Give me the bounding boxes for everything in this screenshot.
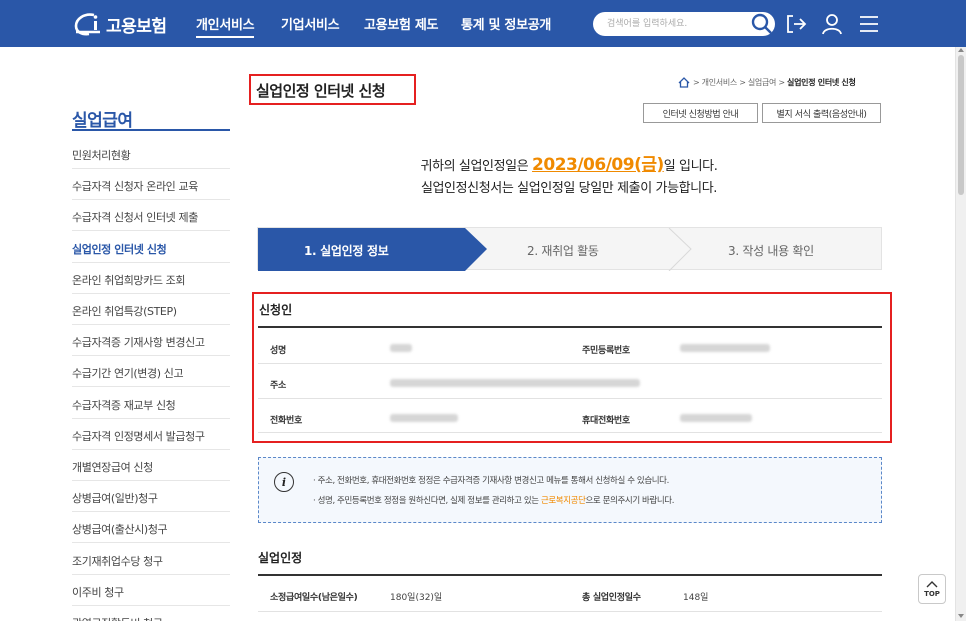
logo-mark-icon	[72, 11, 102, 37]
info-line-2-text: · 성명, 주민등록번호 정정을 원하신다면, 실제 정보를 관리하고 있는	[313, 496, 541, 506]
label-rrn: 주민등록번호	[582, 346, 630, 356]
print-form-button[interactable]: 별지 서식 출력(음성안내)	[762, 103, 881, 123]
step-1: 1. 실업인정 정보	[304, 244, 389, 258]
value-benefit-days: 180일(32)일	[390, 593, 443, 603]
guide-button[interactable]: 인터넷 신청방법 안내	[643, 103, 758, 123]
row-divider	[258, 398, 882, 399]
value-phone-redacted	[390, 414, 458, 422]
search-icon[interactable]	[749, 11, 775, 37]
nav-business-service[interactable]: 기업서비스	[281, 14, 340, 33]
search-input[interactable]	[607, 16, 737, 32]
label-mobile: 휴대전화번호	[582, 416, 630, 426]
breadcrumb-sep: >	[778, 78, 785, 87]
page-title: 실업인정 인터넷 신청	[256, 82, 386, 100]
home-icon[interactable]	[678, 77, 690, 88]
label-name: 성명	[270, 346, 286, 356]
login-icon[interactable]	[784, 12, 808, 36]
sidebar-item[interactable]: 수급자격 인정명세서 발급청구	[72, 419, 230, 450]
menu-icon[interactable]	[857, 12, 881, 36]
breadcrumb-current: 실업인정 인터넷 신청	[787, 78, 856, 87]
section-divider	[258, 326, 882, 328]
chevron-up-icon	[926, 581, 938, 588]
site-logo[interactable]: 고용보험	[72, 10, 167, 38]
scroll-up-icon[interactable]	[958, 48, 964, 52]
vertical-scrollbar[interactable]	[955, 47, 966, 621]
sidebar-title: 실업급여	[72, 111, 133, 131]
sidebar-item[interactable]: 수급자격증 기재사항 변경신고	[72, 325, 230, 357]
sidebar-item[interactable]: 수급자격증 재교부 신청	[72, 388, 230, 419]
sidebar-item[interactable]: 온라인 취업희망카드 조회	[72, 263, 230, 294]
section-divider	[258, 574, 882, 576]
sidebar-divider	[72, 129, 230, 131]
scroll-down-icon[interactable]	[958, 614, 964, 618]
sidebar-item[interactable]: 상병급여(일반)청구	[72, 481, 230, 513]
recognition-section-title: 실업인정	[258, 551, 303, 565]
notice-text-end: 일 입니다.	[663, 159, 718, 174]
welfare-corp-link[interactable]: 근로복지공단	[541, 496, 586, 506]
label-address: 주소	[270, 381, 286, 391]
applicant-highlight-box	[252, 292, 892, 443]
info-icon: i	[274, 472, 294, 492]
label-benefit-days: 소정급여일수(남은일수)	[270, 593, 358, 603]
value-name-redacted	[390, 344, 412, 352]
value-mobile-redacted	[680, 414, 752, 422]
breadcrumb: > 개인서비스 > 실업급여 > 실업인정 인터넷 신청	[678, 77, 856, 88]
value-total-recognition-days: 148일	[683, 593, 709, 603]
info-line-2: · 성명, 주민등록번호 정정을 원하신다면, 실제 정보를 관리하고 있는 근…	[313, 494, 674, 506]
sidebar-item[interactable]: 개별연장급여 신청	[72, 450, 230, 481]
submission-notice: 실업인정신청서는 실업인정일 당일만 제출이 가능합니다.	[420, 181, 718, 196]
breadcrumb-sep: >	[739, 78, 746, 87]
sidebar-item[interactable]: 민원처리현황	[72, 138, 230, 169]
row-divider	[258, 432, 882, 433]
breadcrumb-sep: >	[693, 78, 700, 87]
recognition-date-notice: 귀하의 실업인정일은 2023/06/09(금)일 입니다.	[256, 150, 882, 175]
sidebar-item[interactable]: 수급자격 신청서 인터넷 제출	[72, 200, 230, 232]
sidebar-item[interactable]: 광역구직활동비 청구	[72, 606, 230, 621]
row-divider	[258, 611, 882, 612]
notice-text: 귀하의 실업인정일은	[420, 159, 533, 174]
info-line-1: · 주소, 전화번호, 휴대전화번호 정정은 수급자격증 기재사항 변경신고 메…	[313, 476, 669, 486]
info-line-2-end: 으로 문의주시기 바랍니다.	[585, 496, 675, 506]
sidebar-item[interactable]: 이주비 청구	[72, 575, 230, 606]
step-2: 2. 재취업 활동	[527, 244, 599, 258]
sidebar-item[interactable]: 조기재취업수당 청구	[72, 544, 230, 575]
sidebar-item[interactable]: 수급자격 신청자 온라인 교육	[72, 169, 230, 201]
breadcrumb-unemployment[interactable]: 실업급여	[748, 77, 777, 88]
logo-text: 고용보험	[106, 16, 167, 37]
sidebar-item[interactable]: 상병급여(출산시)청구	[72, 512, 230, 544]
label-total-recognition-days: 총 실업인정일수	[582, 593, 641, 603]
label-phone: 전화번호	[270, 416, 302, 426]
nav-statistics[interactable]: 통계 및 정보공개	[461, 14, 551, 33]
scroll-thumb[interactable]	[958, 55, 964, 195]
step-indicator: 1. 실업인정 정보 2. 재취업 활동 3. 작성 내용 확인	[257, 227, 882, 271]
info-notice-box	[258, 457, 882, 523]
sidebar-item[interactable]: 수급기간 연기(변경) 신고	[72, 356, 230, 388]
step-3: 3. 작성 내용 확인	[728, 244, 814, 258]
nav-insurance-system[interactable]: 고용보험 제도	[364, 14, 438, 33]
top-header: 고용보험 개인서비스 기업서비스 고용보험 제도 통계 및 정보공개	[0, 0, 966, 47]
sidebar-item[interactable]: 온라인 취업특강(STEP)	[72, 294, 230, 325]
row-divider	[258, 363, 882, 364]
nav-personal-service[interactable]: 개인서비스	[196, 14, 255, 38]
applicant-section-title: 신청인	[259, 303, 293, 317]
user-icon[interactable]	[820, 12, 844, 36]
breadcrumb-personal[interactable]: 개인서비스	[702, 77, 738, 88]
value-rrn-redacted	[680, 344, 770, 352]
top-label: TOP	[924, 590, 940, 598]
search-box	[593, 12, 775, 36]
scroll-top-button[interactable]: TOP	[918, 574, 946, 604]
sidebar-item[interactable]: 실업인정 인터넷 신청	[72, 232, 230, 263]
value-address-redacted	[390, 379, 640, 387]
recognition-date: 2023/06/09(금)	[532, 155, 664, 175]
